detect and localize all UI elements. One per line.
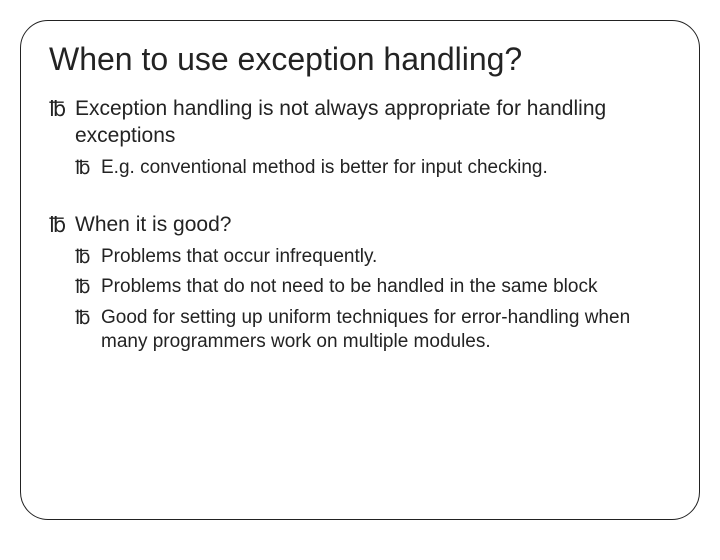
slide-title: When to use exception handling? (49, 41, 671, 78)
sub-list: ℔ Problems that occur infrequently. ℔ Pr… (75, 245, 671, 354)
bullet-list: ℔ Exception handling is not always appro… (49, 96, 671, 354)
list-item-text: Problems that occur infrequently. (101, 246, 377, 267)
list-item: ℔ Problems that do not need to be handle… (75, 275, 671, 299)
slide-frame: When to use exception handling? ℔ Except… (20, 20, 700, 520)
bullet-icon: ℔ (75, 307, 91, 331)
list-item-text: Problems that do not need to be handled … (101, 276, 597, 297)
list-item: ℔ Good for setting up uniform techniques… (75, 306, 671, 355)
list-item: ℔ Exception handling is not always appro… (49, 96, 671, 180)
bullet-icon: ℔ (49, 97, 66, 124)
list-item-text: Good for setting up uniform techniques f… (101, 307, 630, 352)
list-item: ℔ When it is good? ℔ Problems that occur… (49, 212, 671, 354)
bullet-icon: ℔ (75, 246, 91, 270)
sub-list: ℔ E.g. conventional method is better for… (75, 156, 671, 180)
bullet-icon: ℔ (49, 213, 66, 240)
bullet-icon: ℔ (75, 276, 91, 300)
list-item-text: When it is good? (75, 213, 231, 236)
bullet-icon: ℔ (75, 157, 91, 181)
vertical-spacer (49, 190, 671, 212)
list-item-text: Exception handling is not always appropr… (75, 97, 606, 147)
list-item: ℔ E.g. conventional method is better for… (75, 156, 671, 180)
list-item: ℔ Problems that occur infrequently. (75, 245, 671, 269)
list-item-text: E.g. conventional method is better for i… (101, 157, 548, 178)
